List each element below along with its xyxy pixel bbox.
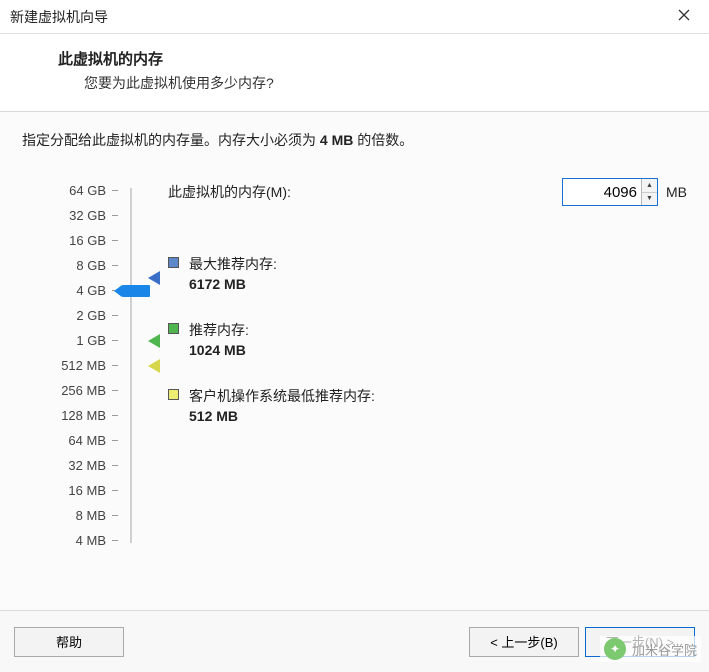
tick-mark: [112, 540, 118, 541]
scale-label: 1 GB: [76, 333, 112, 348]
close-button[interactable]: [669, 2, 699, 32]
scale-tick: 2 GB: [22, 303, 118, 328]
recommended-label: 推荐内存:: [189, 320, 249, 340]
page-subtitle: 您要为此虚拟机使用多少内存?: [58, 73, 673, 93]
spin-buttons: ▲ ▼: [641, 179, 657, 205]
scale-tick: 8 GB: [22, 253, 118, 278]
square-icon-green: [168, 323, 179, 334]
watermark: ✦ 加米谷学院: [600, 636, 701, 662]
spin-down[interactable]: ▼: [642, 193, 657, 206]
scale-tick: 1 GB: [22, 328, 118, 353]
tick-mark: [112, 365, 118, 366]
instruction-suffix: 的倍数。: [353, 132, 413, 148]
close-icon: [678, 8, 690, 26]
back-button[interactable]: < 上一步(B): [469, 627, 579, 657]
min-recommended-label: 客户机操作系统最低推荐内存:: [189, 386, 375, 406]
scale-tick: 256 MB: [22, 378, 118, 403]
instruction-text: 指定分配给此虚拟机的内存量。内存大小必须为 4 MB 的倍数。: [22, 130, 687, 150]
tick-mark: [112, 215, 118, 216]
help-button[interactable]: 帮助: [14, 627, 124, 657]
tick-mark: [112, 440, 118, 441]
memory-input[interactable]: [563, 179, 641, 205]
tick-mark: [112, 415, 118, 416]
scale-label: 64 MB: [68, 433, 112, 448]
scale-label: 2 GB: [76, 308, 112, 323]
scale-label: 16 MB: [68, 483, 112, 498]
scale-tick: 64 GB: [22, 178, 118, 203]
scale-label: 128 MB: [61, 408, 112, 423]
memory-info-column: 此虚拟机的内存(M): ▲ ▼ MB 最大推荐内存: 6172 MB: [138, 178, 687, 452]
max-recommended-label: 最大推荐内存:: [189, 254, 277, 274]
max-recommended-block: 最大推荐内存: 6172 MB: [168, 254, 687, 292]
tick-mark: [112, 265, 118, 266]
scale-label: 8 GB: [76, 258, 112, 273]
slider-trackline: [130, 188, 132, 543]
scale-label: 512 MB: [61, 358, 112, 373]
scale-label: 64 GB: [69, 183, 112, 198]
scale-label: 256 MB: [61, 383, 112, 398]
scale-tick: 512 MB: [22, 353, 118, 378]
watermark-icon: ✦: [604, 638, 626, 660]
scale-label: 4 MB: [76, 533, 112, 548]
watermark-text: 加米谷学院: [632, 640, 697, 659]
scale-tick: 32 MB: [22, 453, 118, 478]
titlebar: 新建虚拟机向导: [0, 0, 709, 34]
min-recommended-value: 512 MB: [189, 408, 375, 424]
tick-mark: [112, 315, 118, 316]
scale-label: 4 GB: [76, 283, 112, 298]
memory-scale: 64 GB 32 GB 16 GB 8 GB 4 GB 2 GB 1 GB 512 MB 256…: [22, 178, 118, 553]
recommended-block: 推荐内存: 1024 MB: [168, 320, 687, 358]
scale-label: 32 GB: [69, 208, 112, 223]
square-icon-blue: [168, 257, 179, 268]
window-title: 新建虚拟机向导: [10, 7, 669, 27]
tick-mark: [112, 340, 118, 341]
tick-mark: [112, 240, 118, 241]
wizard-header: 此虚拟机的内存 您要为此虚拟机使用多少内存?: [0, 34, 709, 112]
wizard-content: 指定分配给此虚拟机的内存量。内存大小必须为 4 MB 的倍数。 64 GB 32 …: [0, 112, 709, 612]
page-title: 此虚拟机的内存: [58, 48, 673, 69]
instruction-bold: 4 MB: [320, 132, 353, 148]
scale-label: 16 GB: [69, 233, 112, 248]
tick-mark: [112, 465, 118, 466]
scale-tick: 4 MB: [22, 528, 118, 553]
recommended-value: 1024 MB: [189, 342, 249, 358]
memory-unit: MB: [666, 184, 687, 200]
scale-label: 8 MB: [76, 508, 112, 523]
scale-tick: 8 MB: [22, 503, 118, 528]
tick-mark: [112, 390, 118, 391]
memory-input-label: 此虚拟机的内存(M):: [168, 182, 291, 202]
memory-spinbox[interactable]: ▲ ▼: [562, 178, 658, 206]
scale-tick: 64 MB: [22, 428, 118, 453]
memory-input-row: 此虚拟机的内存(M): ▲ ▼ MB: [168, 178, 687, 206]
square-icon-yellow: [168, 389, 179, 400]
scale-tick: 128 MB: [22, 403, 118, 428]
instruction-prefix: 指定分配给此虚拟机的内存量。内存大小必须为: [22, 132, 320, 148]
scale-tick: 4 GB: [22, 278, 118, 303]
tick-mark: [112, 490, 118, 491]
scale-tick: 32 GB: [22, 203, 118, 228]
tick-mark: [112, 515, 118, 516]
max-recommended-value: 6172 MB: [189, 276, 277, 292]
memory-slider-track[interactable]: [124, 178, 138, 553]
memory-area: 64 GB 32 GB 16 GB 8 GB 4 GB 2 GB 1 GB 512 MB 256…: [22, 178, 687, 553]
scale-tick: 16 MB: [22, 478, 118, 503]
min-recommended-block: 客户机操作系统最低推荐内存: 512 MB: [168, 386, 687, 424]
spin-up[interactable]: ▲: [642, 179, 657, 193]
tick-mark: [112, 190, 118, 191]
scale-label: 32 MB: [68, 458, 112, 473]
scale-tick: 16 GB: [22, 228, 118, 253]
